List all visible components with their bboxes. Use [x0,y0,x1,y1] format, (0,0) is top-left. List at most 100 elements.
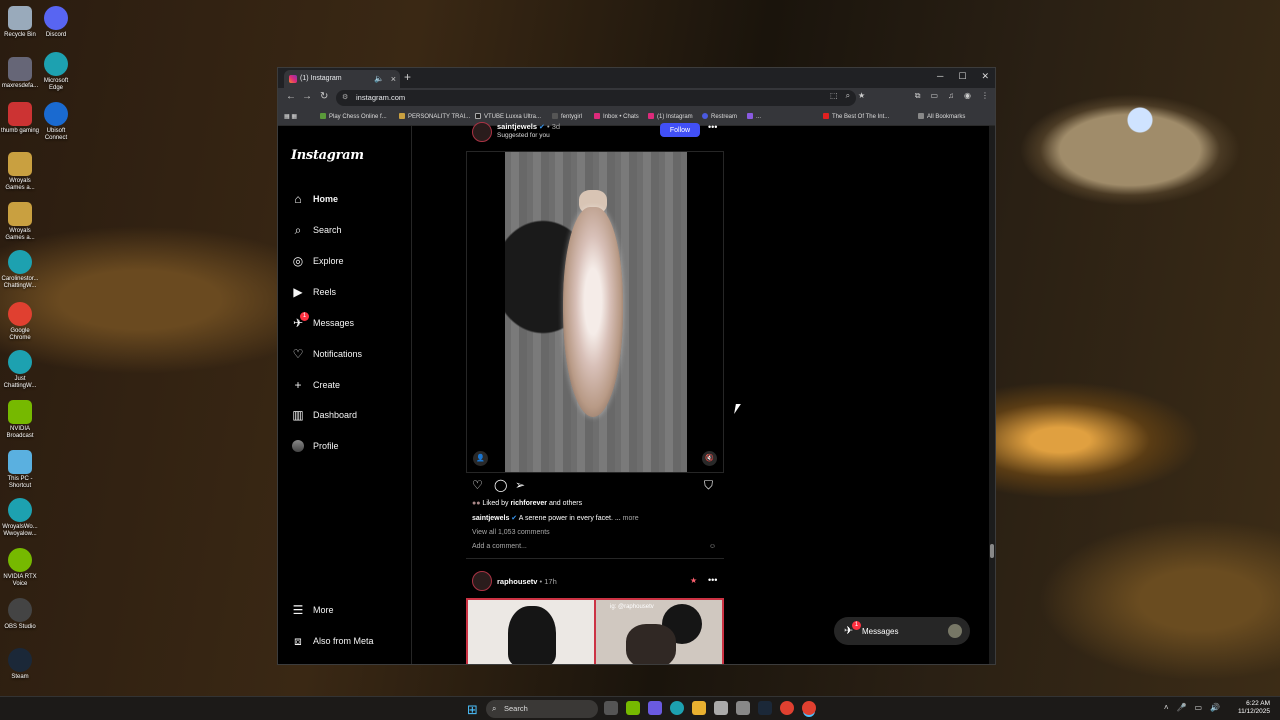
bookmark-icon[interactable]: ⛉ [704,478,713,493]
steam-icon[interactable] [758,701,772,715]
zoom-icon[interactable]: ⌕ [846,91,850,101]
bookmark-item[interactable]: Restream [702,113,737,120]
scrollbar-thumb[interactable] [990,544,994,558]
caption-more-link[interactable]: more [623,515,639,522]
avatar[interactable] [472,122,492,142]
this-pc-icon[interactable]: This PC - Shortcut [0,450,40,490]
forward-icon[interactable]: → [302,91,312,102]
site-info-icon[interactable]: ⚙ [342,90,348,106]
nav-also-from-meta[interactable]: ⧈ Also from Meta [291,632,373,650]
bookmark-item[interactable]: ... [747,113,761,120]
caption-username[interactable]: saintjewels [472,515,509,522]
folder-icon[interactable]: Wroyals Games a... [0,202,40,242]
url-bar[interactable]: ⚙ instagram.com [336,90,856,106]
bookmark-item[interactable]: Inbox • Chats [594,113,639,120]
speaker-icon[interactable]: 🔈 [374,70,384,88]
bookmark-item[interactable]: The Best Of The Int... [823,113,889,120]
more-options-icon[interactable]: ••• [708,122,717,132]
post-username[interactable]: raphousetv • 17h [497,577,557,586]
avatar[interactable] [472,571,492,591]
close-tab-icon[interactable]: × [391,70,396,88]
post-username[interactable]: saintjewels ✔ • 3d [497,122,560,131]
like-icon[interactable]: ♡ [472,478,483,492]
nav-explore[interactable]: ◎ Explore [291,252,344,270]
thumb-gaming-icon[interactable]: thumb gaming [0,102,40,135]
edge-shortcut-icon[interactable]: Carolinestor... ChattingW... [0,250,40,290]
edge-shortcut-icon[interactable]: Just ChattingW... [0,350,40,390]
taskbar-search[interactable]: ⌕ Search [486,700,598,718]
install-icon[interactable]: ⬚ [830,91,838,101]
star-icon[interactable]: ★ [858,91,865,101]
settings-icon[interactable] [736,701,750,715]
chrome-icon[interactable] [802,701,816,715]
nav-messages[interactable]: ✈ 1 Messages [291,312,354,332]
back-icon[interactable]: ← [286,91,296,102]
minimize-icon[interactable]: ─ [937,71,943,82]
close-window-icon[interactable]: ✕ [981,71,989,82]
nvidia-broadcast-icon[interactable]: NVIDIA Broadcast [0,400,40,440]
add-comment-field[interactable]: Add a comment... ☺ [472,543,716,550]
bookmark-item[interactable]: fentygirl [552,113,582,120]
nav-dashboard[interactable]: ▥ Dashboard [291,406,357,424]
task-view-icon[interactable] [604,701,618,715]
emoji-icon[interactable]: ☺ [709,543,716,550]
menu-icon[interactable]: ⋮ [981,91,989,101]
microphone-icon[interactable]: 🎤 [1177,703,1187,712]
bookmark-item[interactable]: VTUBE Luxxa Ultra... [475,113,541,120]
nav-notifications[interactable]: ♡ Notifications [291,345,362,363]
nav-profile[interactable]: Profile [291,437,339,455]
apps-icon[interactable]: ▦ ▦ [284,113,297,120]
tab-instagram[interactable]: (1) Instagram 🔈 × [284,70,400,88]
post-media[interactable]: ig: @raphousetv [466,598,724,664]
tagged-user-icon[interactable]: 👤 [473,451,488,466]
recycle-bin-icon[interactable]: Recycle Bin [0,6,40,39]
edge-icon[interactable] [670,701,684,715]
nav-create[interactable]: + Create [291,376,340,394]
all-bookmarks[interactable]: All Bookmarks [918,113,965,120]
volume-icon[interactable]: 🔊 [1210,703,1220,712]
edge-shortcut-icon[interactable]: WroyalsWo... Wwoyalow... [0,498,40,538]
bookmark-item[interactable]: Play Chess Online f... [320,113,387,120]
media-icon[interactable]: ♫ [948,91,954,101]
comment-icon[interactable]: ◯ [494,478,507,492]
mute-icon[interactable]: 🔇 [702,451,717,466]
windows-start-icon[interactable]: ⊞ [467,702,478,718]
file-explorer-icon[interactable] [692,701,706,715]
nvidia-icon[interactable] [626,701,640,715]
more-options-icon[interactable]: ••• [708,575,717,585]
nav-more[interactable]: ☰ More [291,601,334,619]
chevron-up-icon[interactable]: ˄ [1164,703,1169,712]
clock[interactable]: 6:22 AM 11/12/2025 [1238,700,1270,716]
ubisoft-connect-icon[interactable]: Ubisoft Connect [36,102,76,142]
copilot-icon[interactable] [648,701,662,715]
instagram-logo[interactable]: Instagram [291,148,364,163]
scrollbar[interactable] [989,126,995,664]
steam-icon[interactable]: Steam [0,648,40,681]
messages-pill[interactable]: ✈ 1 Messages [834,617,970,645]
post-media[interactable]: 👤 🔇 [466,151,724,473]
discord-icon[interactable]: Discord [36,6,76,39]
sidepanel-icon[interactable]: ▭ [930,91,938,101]
liked-user[interactable]: richforever [510,500,547,507]
edge-icon[interactable]: Microsoft Edge [36,52,76,92]
folder-icon[interactable]: Wroyals Games a... [0,152,40,192]
store-icon[interactable] [714,701,728,715]
reload-icon[interactable]: ↻ [320,91,328,102]
extensions-icon[interactable]: ⧉ [915,91,921,101]
new-tab-icon[interactable]: + [404,70,411,84]
nav-home[interactable]: ⌂ Home [291,190,338,208]
nvidia-rtx-voice-icon[interactable]: NVIDIA RTX Voice [0,548,40,588]
chrome-icon[interactable]: Google Chrome [0,302,40,342]
follow-button[interactable]: Follow [660,123,700,137]
bookmark-item[interactable]: (1) Instagram [648,113,693,120]
network-icon[interactable]: ▭ [1194,703,1202,712]
share-icon[interactable]: ➢ [515,478,525,492]
maxresdefault-icon[interactable]: maxresdefa... [0,57,40,90]
app-icon[interactable] [780,701,794,715]
maximize-icon[interactable]: ☐ [958,71,966,82]
obs-studio-icon[interactable]: OBS Studio [0,598,40,631]
nav-reels[interactable]: ▶ Reels [291,283,336,301]
view-comments-link[interactable]: View all 1,053 comments [472,529,550,536]
bookmark-item[interactable]: PERSONALITY TRAI... [399,113,470,120]
profile-icon[interactable]: ◉ [964,91,971,101]
